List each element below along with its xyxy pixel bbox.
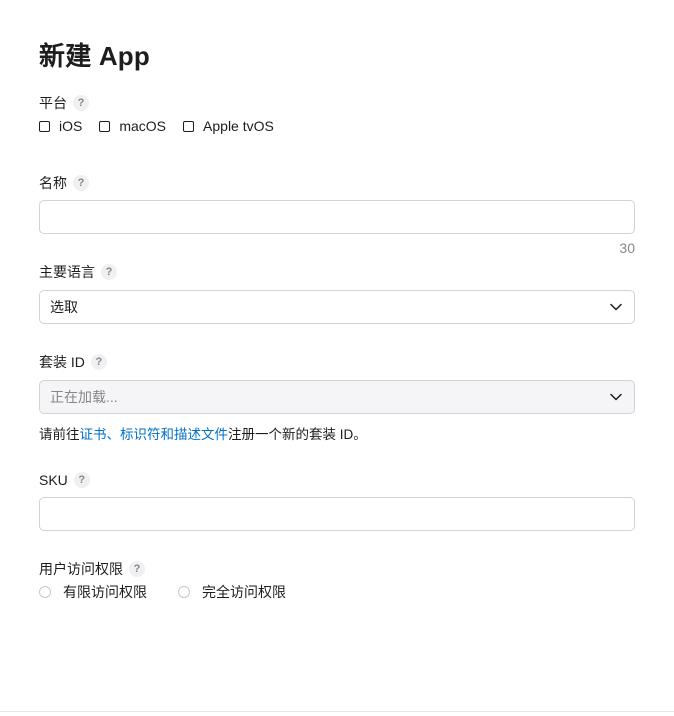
primary-language-select[interactable]: 选取 [39,290,635,324]
bundle-id-selected: 正在加载... [50,389,118,405]
radio-icon[interactable] [178,586,190,598]
bundle-id-label-row: 套装 ID ? [39,353,107,371]
name-input[interactable] [39,200,635,234]
name-help-icon[interactable]: ? [73,175,89,191]
bundle-id-note: 请前往证书、标识符和描述文件注册一个新的套装 ID。 [39,423,367,443]
user-access-label: 用户访问权限 [39,561,123,577]
platform-option-label: macOS [119,118,167,134]
certificates-identifiers-profiles-link[interactable]: 证书、标识符和描述文件 [80,427,229,442]
name-char-counter: 30 [619,240,635,256]
radio-icon[interactable] [39,586,51,598]
platform-help-icon[interactable]: ? [73,95,89,111]
user-access-option-label: 完全访问权限 [202,584,286,600]
new-app-form: 新建 App 平台 ? iOS macOS Apple tvOS 名称 ? 30… [0,0,674,716]
user-access-option-label: 有限访问权限 [63,584,147,600]
bundle-id-label: 套装 ID [39,354,85,370]
platform-option-label: Apple tvOS [203,118,274,134]
chevron-down-icon [610,393,622,401]
sku-label-row: SKU ? [39,471,90,489]
primary-language-label-row: 主要语言 ? [39,263,117,281]
page-title: 新建 App [39,41,150,71]
platform-checkbox-macos[interactable]: macOS [99,118,166,134]
footer-divider [0,711,674,712]
checkbox-icon[interactable] [99,120,111,132]
sku-input[interactable] [39,497,635,531]
platform-option-label: iOS [59,118,83,134]
user-access-radio-full[interactable]: 完全访问权限 [178,582,286,602]
platform-label-row: 平台 ? [39,94,89,112]
chevron-down-icon [610,303,622,311]
user-access-help-icon[interactable]: ? [129,561,145,577]
primary-language-label: 主要语言 [39,264,95,280]
platform-options: iOS macOS Apple tvOS [39,117,291,135]
sku-help-icon[interactable]: ? [73,472,90,488]
name-label: 名称 [39,175,67,191]
primary-language-help-icon[interactable]: ? [101,264,117,280]
platform-checkbox-tvos[interactable]: Apple tvOS [183,118,274,134]
bundle-id-help-icon[interactable]: ? [90,354,107,370]
user-access-options: 有限访问权限 完全访问权限 [39,583,317,601]
bundle-id-select[interactable]: 正在加载... [39,380,635,414]
primary-language-selected: 选取 [50,299,78,315]
user-access-label-row: 用户访问权限 ? [39,560,145,578]
user-access-radio-limited[interactable]: 有限访问权限 [39,582,147,602]
bundle-id-note-prefix: 请前往 [39,427,80,442]
bundle-id-note-suffix: 注册一个新的套装 ID。 [228,427,367,442]
checkbox-icon[interactable] [39,120,50,132]
sku-label: SKU [39,472,68,488]
name-label-row: 名称 ? [39,174,89,192]
platform-label: 平台 [39,95,67,111]
platform-checkbox-ios[interactable]: iOS [39,118,82,134]
checkbox-icon[interactable] [183,120,195,132]
